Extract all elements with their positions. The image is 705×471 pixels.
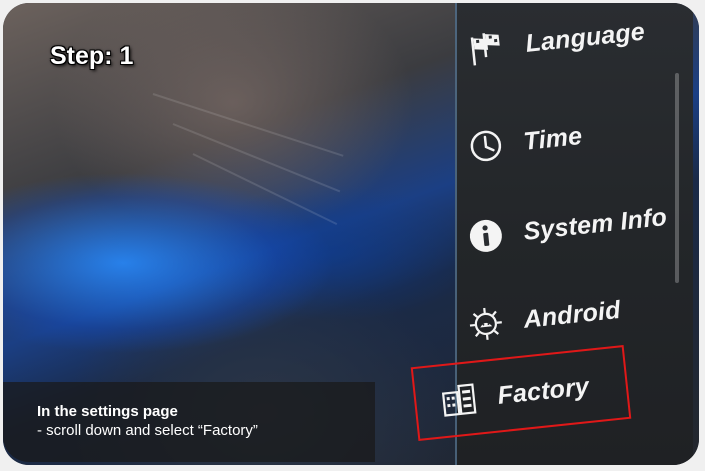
android-gear-icon [464,302,508,346]
menu-item-label: Language [524,17,647,58]
caption-body: - scroll down and select “Factory” [37,422,258,439]
caption-title: In the settings page [37,403,178,420]
menu-item-label: Android [522,295,622,334]
flags-icon [466,26,510,70]
screenshot-frame: Language Time System Info Android Factor… [0,0,705,471]
menu-item-label: Time [522,121,584,156]
instruction-caption: In the settings page - scroll down and s… [3,382,375,462]
clock-icon [464,124,508,168]
menu-scrollbar[interactable] [675,73,679,283]
step-label: Step: 1 [50,42,134,70]
info-icon [464,214,508,258]
